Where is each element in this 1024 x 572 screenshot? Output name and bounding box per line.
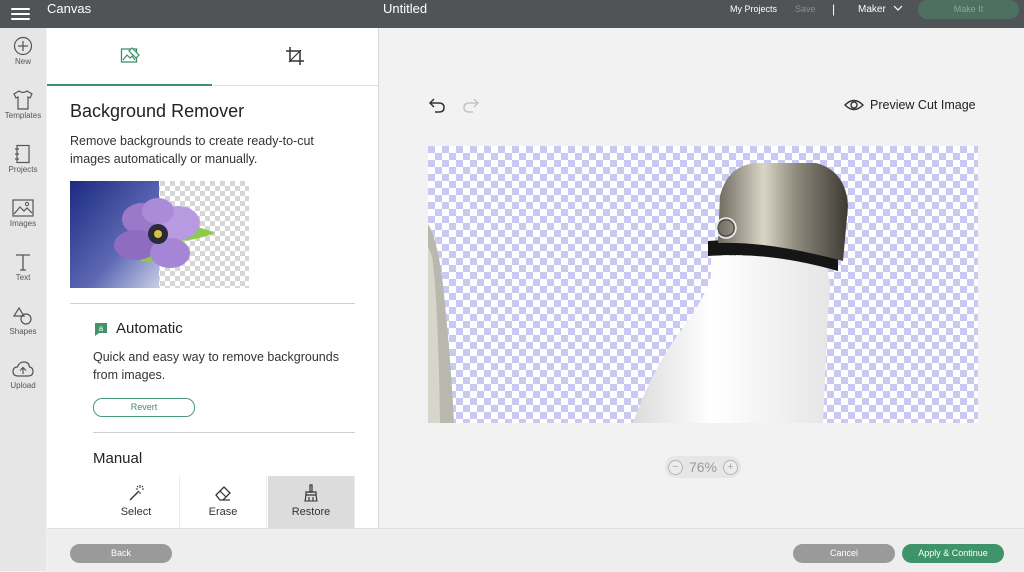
- select-tool-button[interactable]: Select: [93, 476, 180, 528]
- zoom-out-button[interactable]: −: [668, 460, 683, 475]
- sidebar-item-label: Templates: [4, 111, 42, 120]
- machine-selector[interactable]: Maker: [858, 4, 886, 15]
- tab-crop[interactable]: [213, 28, 378, 85]
- automatic-description: Quick and easy way to remove backgrounds…: [93, 350, 339, 382]
- sidebar-item-upload[interactable]: Upload: [0, 360, 46, 390]
- shapes-icon: [12, 306, 32, 325]
- my-projects-link[interactable]: My Projects: [730, 4, 777, 14]
- preview-label: Preview Cut Image: [870, 98, 976, 112]
- image-icon: [12, 199, 34, 217]
- sidebar-item-projects[interactable]: Projects: [0, 144, 46, 174]
- panel-title: Background Remover: [70, 101, 245, 121]
- sidebar-item-label: New: [14, 57, 31, 66]
- revert-button[interactable]: Revert: [93, 398, 195, 417]
- tool-label: Select: [120, 506, 152, 518]
- sidebar-item-text[interactable]: Text: [0, 252, 46, 282]
- shirt-icon: [13, 90, 33, 110]
- automatic-icon: a: [95, 323, 107, 336]
- app-title: Canvas: [47, 1, 92, 16]
- sidebar-item-label: Projects: [8, 165, 38, 174]
- tool-label: Restore: [291, 506, 331, 518]
- back-button[interactable]: Back: [70, 544, 172, 563]
- zoom-in-button[interactable]: +: [723, 460, 738, 475]
- plus-circle-icon: [13, 36, 33, 56]
- projects-icon: [15, 144, 30, 164]
- sidebar-item-images[interactable]: Images: [0, 198, 46, 228]
- section-divider: [70, 303, 355, 304]
- redo-icon[interactable]: [461, 96, 481, 114]
- tab-background-remover[interactable]: [47, 28, 212, 85]
- restore-tool-button[interactable]: Restore: [268, 476, 355, 528]
- crop-icon: [286, 47, 304, 65]
- header-divider: |: [832, 2, 836, 16]
- upload-icon: [12, 361, 34, 377]
- background-remove-icon: [120, 47, 140, 63]
- tool-label: Erase: [208, 506, 238, 518]
- sidebar-item-new[interactable]: New: [0, 36, 46, 66]
- text-icon: [16, 254, 30, 271]
- left-sidebar: New Templates Projects Images Text Shape…: [0, 28, 46, 571]
- erase-tool-button[interactable]: Erase: [180, 476, 267, 528]
- svg-text:a: a: [99, 324, 104, 333]
- zoom-level: 76%: [688, 459, 718, 475]
- bottle-image: [428, 146, 978, 423]
- section-divider: [93, 432, 355, 433]
- menu-icon[interactable]: [11, 5, 30, 23]
- save-button[interactable]: Save: [795, 4, 816, 14]
- cancel-button[interactable]: Cancel: [793, 544, 895, 563]
- undo-icon[interactable]: [427, 96, 447, 114]
- canvas-area: Preview Cut Image − 76% +: [379, 28, 1024, 528]
- eye-icon: [844, 99, 864, 111]
- sidebar-item-label: Upload: [10, 381, 36, 390]
- image-workspace[interactable]: [428, 146, 978, 423]
- sidebar-item-templates[interactable]: Templates: [0, 90, 46, 120]
- manual-title: Manual: [93, 450, 143, 467]
- chevron-down-icon[interactable]: [893, 4, 903, 12]
- document-title[interactable]: Untitled: [383, 1, 427, 17]
- example-thumbnail: [70, 181, 249, 288]
- zoom-control: − 76% +: [665, 456, 741, 478]
- sidebar-item-label: Images: [9, 219, 37, 228]
- active-tab-indicator: [47, 84, 212, 86]
- apply-continue-button[interactable]: Apply & Continue: [902, 544, 1004, 563]
- tab-divider: [213, 85, 378, 86]
- sidebar-item-label: Shapes: [9, 327, 37, 336]
- magic-wand-icon: [129, 485, 144, 501]
- automatic-title: Automatic: [116, 320, 183, 337]
- make-it-button[interactable]: Make It: [918, 0, 1019, 19]
- panel-description: Remove backgrounds to create ready-to-cu…: [70, 134, 314, 166]
- bottom-action-bar: Back Cancel Apply & Continue: [47, 528, 1024, 572]
- background-remover-panel: Background Remover Remove backgrounds to…: [47, 28, 379, 528]
- restore-brush-icon: [304, 484, 318, 502]
- sidebar-item-shapes[interactable]: Shapes: [0, 306, 46, 336]
- top-bar: Canvas Untitled My Projects Save | Maker…: [0, 0, 1024, 28]
- sidebar-item-label: Text: [15, 273, 31, 282]
- eraser-icon: [215, 486, 231, 501]
- flower-example-image: [70, 181, 249, 288]
